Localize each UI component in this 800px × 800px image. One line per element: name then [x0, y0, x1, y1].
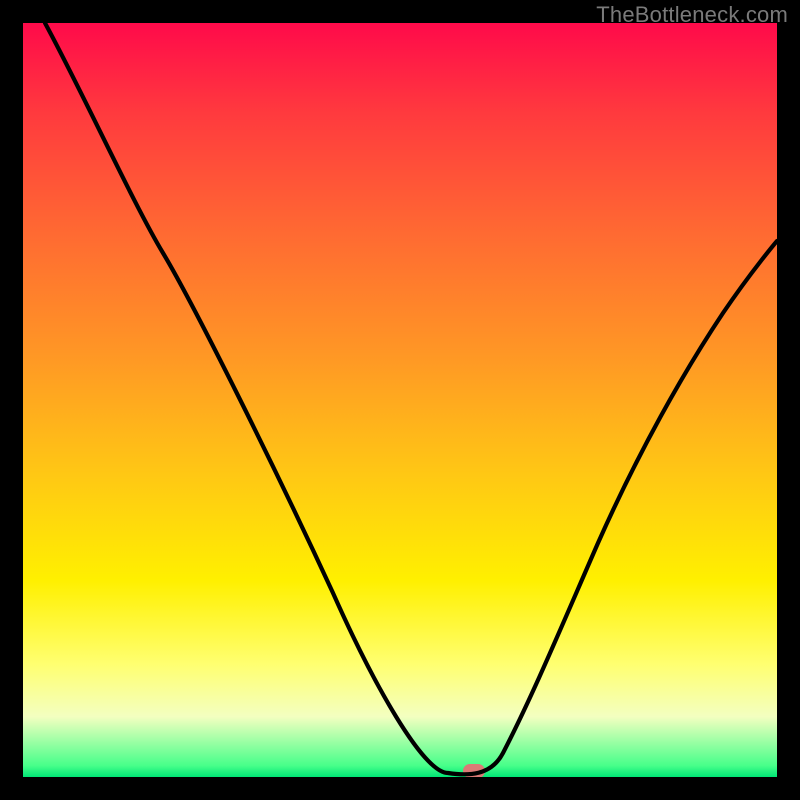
bottleneck-curve: [23, 23, 777, 777]
watermark-text: TheBottleneck.com: [596, 2, 788, 28]
plot-area: [23, 23, 777, 777]
curve-path: [45, 23, 777, 774]
chart-canvas: TheBottleneck.com: [0, 0, 800, 800]
